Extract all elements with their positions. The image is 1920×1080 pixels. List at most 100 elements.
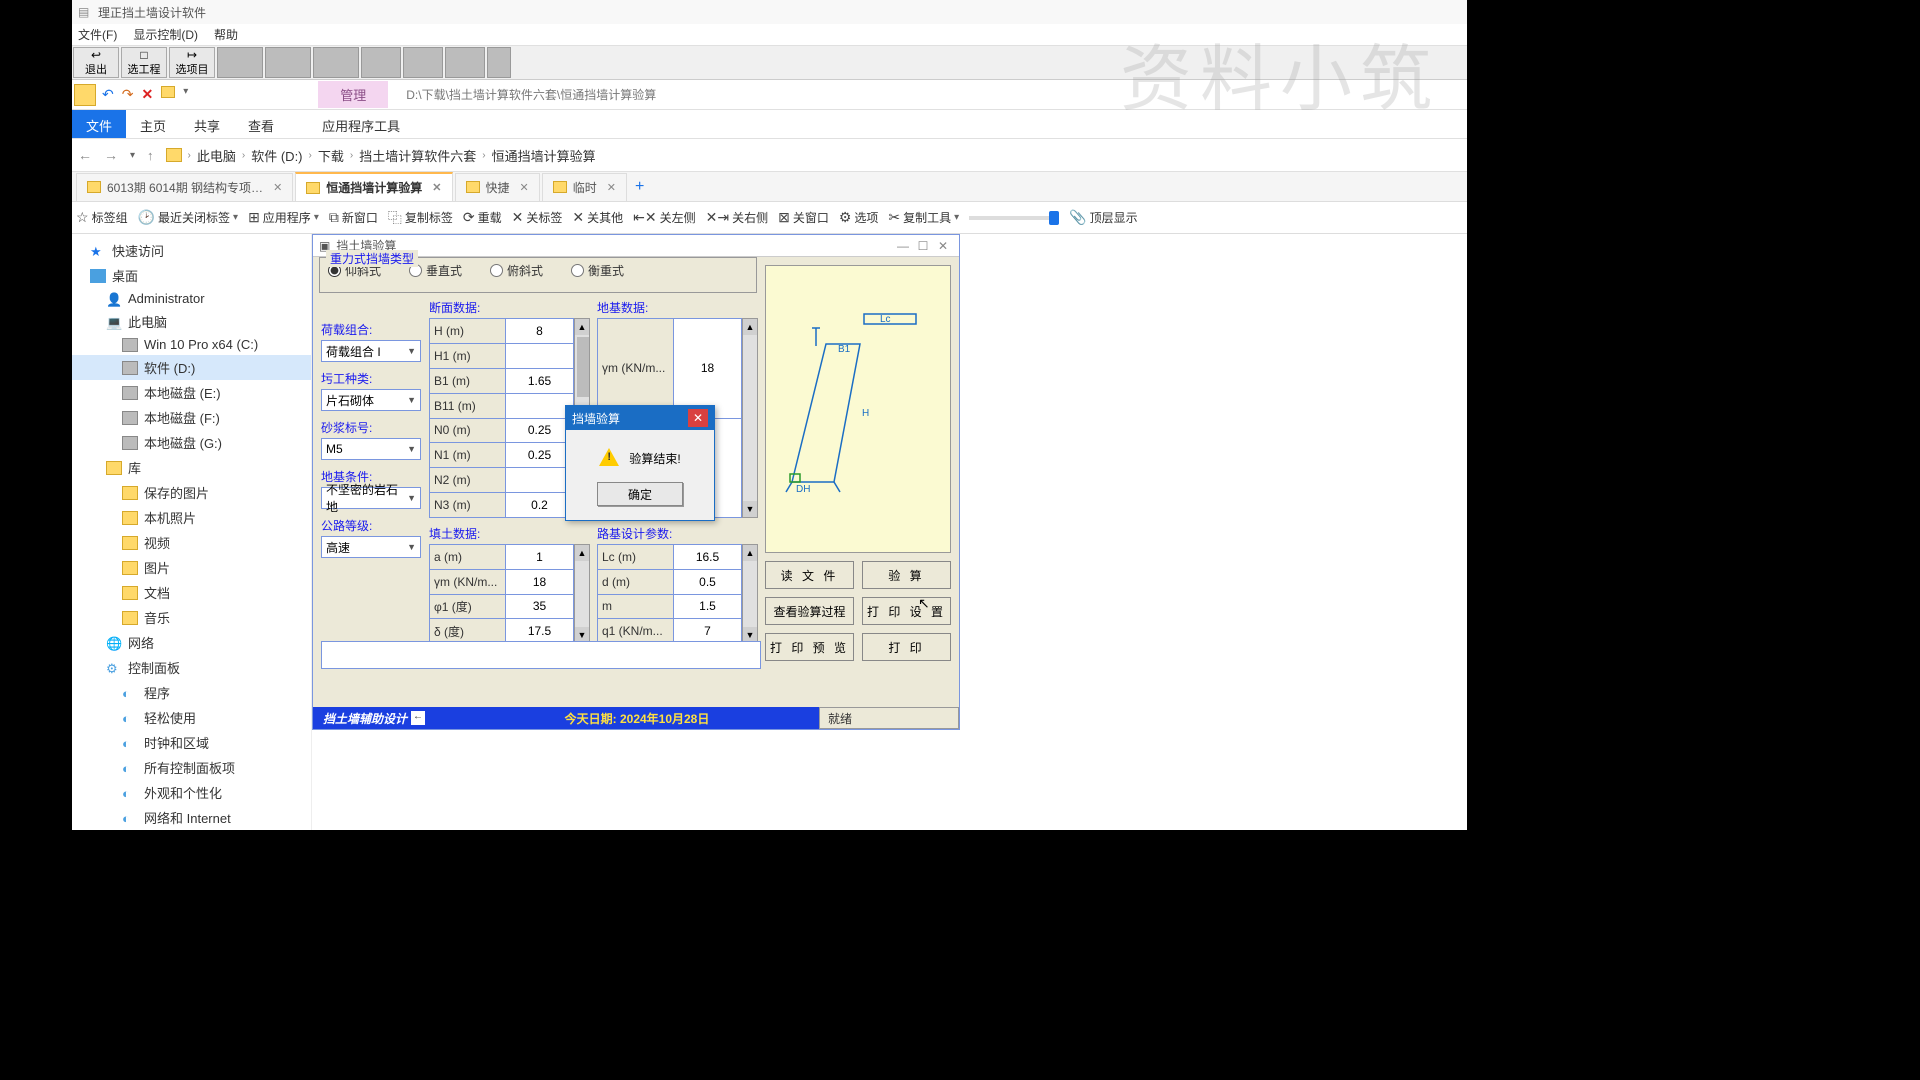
nav-history-dropdown[interactable]: ▾ (130, 150, 135, 161)
fill-table[interactable]: a (m)1γm (KN/m...18φ1 (度)35δ (度)17.5 (429, 544, 574, 644)
tree-item[interactable]: 文档 (72, 580, 311, 605)
radio-type-3[interactable]: 衡重式 (571, 262, 624, 279)
tree-item[interactable]: ◐程序 (72, 680, 311, 705)
param-value[interactable]: 35 (506, 594, 574, 619)
toolbar-exit[interactable]: ↩退出 (73, 47, 119, 78)
print-button[interactable]: 打 印 (862, 633, 951, 661)
tree-item[interactable]: ◐轻松使用 (72, 705, 311, 730)
tree-item[interactable]: 👤Administrator (72, 288, 311, 309)
doc-tab-2[interactable]: 快捷✕ (455, 173, 540, 201)
dialog-ok-button[interactable]: 确定 (597, 482, 683, 506)
nav-up-icon[interactable]: ↑ (147, 148, 154, 163)
nav-back-icon[interactable]: ← (78, 147, 92, 163)
dialog-close-icon[interactable]: ✕ (688, 409, 708, 427)
tree-item[interactable]: ◐时钟和区域 (72, 730, 311, 755)
tab-home[interactable]: 主页 (126, 110, 180, 138)
close-icon[interactable]: ✕ (933, 239, 953, 253)
tree-item[interactable]: 音乐 (72, 605, 311, 630)
close-icon[interactable]: ✕ (520, 181, 529, 194)
tree-item[interactable]: 本机照片 (72, 505, 311, 530)
param-value[interactable]: 0.5 (674, 569, 742, 594)
tab-apptools[interactable]: 应用程序工具 (308, 110, 414, 138)
address-box[interactable]: › 此电脑› 软件 (D:)› 下载› 挡土墙计算软件六套› 恒通挡墙计算验算 (166, 146, 596, 165)
status-input[interactable] (321, 641, 761, 669)
param-value[interactable] (506, 468, 574, 493)
foundation-scrollbar[interactable]: ▲▼ (742, 318, 758, 518)
close-icon[interactable]: ✕ (273, 181, 282, 194)
check-button[interactable]: 验 算 (862, 561, 951, 589)
param-value[interactable]: 7 (674, 619, 742, 644)
tree-item[interactable]: ◐网络和 Internet (72, 805, 311, 830)
param-value[interactable]: 1.65 (506, 368, 574, 393)
view-process-button[interactable]: 查看验算过程 (765, 597, 854, 625)
tab-view[interactable]: 查看 (234, 110, 288, 138)
app-menubar[interactable]: 文件(F) 显示控制(D) 帮助 (72, 24, 1467, 46)
tree-item[interactable]: 本地磁盘 (F:) (72, 405, 311, 430)
close-icon[interactable]: ✕ (432, 181, 441, 194)
fill-scrollbar[interactable]: ▲▼ (574, 544, 590, 644)
cmd-closeright[interactable]: ✕⇥关右侧 (706, 209, 768, 226)
menu-help[interactable]: 帮助 (214, 26, 238, 43)
tree-item[interactable]: Win 10 Pro x64 (C:) (72, 334, 311, 355)
tree-item[interactable]: 保存的图片 (72, 480, 311, 505)
radio-type-2[interactable]: 俯斜式 (490, 262, 543, 279)
cmd-topmost[interactable]: 📎顶层显示 (1069, 209, 1137, 226)
cmd-appprog[interactable]: ⊞应用程序▾ (248, 209, 319, 226)
cmd-closetab[interactable]: ✕关标签 (512, 209, 563, 226)
qat-dropdown-icon[interactable]: ▾ (183, 86, 188, 103)
close-icon[interactable]: ✕ (607, 181, 616, 194)
param-value[interactable]: 0.25 (506, 418, 574, 443)
tree-item[interactable]: 视频 (72, 530, 311, 555)
tree-item[interactable]: 本地磁盘 (E:) (72, 380, 311, 405)
tree-item[interactable]: ★快速访问 (72, 238, 311, 263)
ribbon-context-manage[interactable]: 管理 (318, 81, 388, 108)
cmd-closeleft[interactable]: ⇤✕关左侧 (633, 209, 695, 226)
addr-seg-2[interactable]: 下载 (318, 146, 344, 165)
param-value[interactable]: 17.5 (506, 619, 574, 644)
nav-tree[interactable]: ★快速访问桌面👤Administrator💻此电脑Win 10 Pro x64 … (72, 234, 312, 830)
undo-icon[interactable]: ↶ (102, 86, 114, 103)
zoom-slider[interactable] (969, 216, 1059, 220)
addr-seg-1[interactable]: 软件 (D:) (251, 146, 302, 165)
tree-item[interactable]: 图片 (72, 555, 311, 580)
param-value[interactable]: 18 (674, 319, 742, 419)
cmd-copytools[interactable]: ✂复制工具▾ (888, 209, 959, 226)
tree-item[interactable]: 库 (72, 455, 311, 480)
print-settings-button[interactable]: 打 印 设 置 (862, 597, 951, 625)
doc-tab-1[interactable]: 恒通挡墙计算验算✕ (295, 172, 452, 201)
cmd-newwin[interactable]: ⧉新窗口 (329, 209, 378, 226)
cmd-closeother[interactable]: ✕关其他 (572, 209, 623, 226)
minimize-icon[interactable]: — (893, 239, 913, 253)
tree-item[interactable]: ◐所有控制面板项 (72, 755, 311, 780)
cmd-options[interactable]: ⚙选项 (839, 209, 879, 226)
tree-item[interactable]: 本地磁盘 (G:) (72, 430, 311, 455)
addr-seg-4[interactable]: 恒通挡墙计算验算 (492, 146, 596, 165)
param-combo-0[interactable]: 荷载组合 I▼ (321, 340, 421, 362)
param-value[interactable]: 8 (506, 319, 574, 344)
param-value[interactable]: 16.5 (674, 545, 742, 570)
road-table[interactable]: Lc (m)16.5d (m)0.5m1.5q1 (KN/m...7 (597, 544, 742, 644)
addr-seg-3[interactable]: 挡土墙计算软件六套 (359, 146, 476, 165)
dialog-titlebar[interactable]: 挡墙验算 ✕ (566, 406, 714, 430)
param-combo-1[interactable]: 片石砌体▼ (321, 389, 421, 411)
tree-item[interactable]: ⚙控制面板 (72, 655, 311, 680)
param-value[interactable]: 1 (506, 545, 574, 570)
cmd-reload[interactable]: ⟳重载 (463, 209, 502, 226)
param-value[interactable] (506, 343, 574, 368)
cmd-copytab[interactable]: ⿻复制标签 (388, 208, 453, 228)
cmd-taggroup[interactable]: ☆标签组 (76, 209, 128, 226)
addr-seg-0[interactable]: 此电脑 (197, 146, 236, 165)
menu-file[interactable]: 文件(F) (78, 26, 117, 43)
param-combo-2[interactable]: M5▼ (321, 438, 421, 460)
param-value[interactable]: 18 (506, 569, 574, 594)
param-value[interactable] (506, 393, 574, 418)
toolbar-select-item[interactable]: ↦选项目 (169, 47, 215, 78)
tree-item[interactable]: 💻此电脑 (72, 309, 311, 334)
tree-item[interactable]: 桌面 (72, 263, 311, 288)
redo-icon[interactable]: ↷ (122, 86, 134, 103)
doc-tab-3[interactable]: 临时✕ (542, 173, 627, 201)
tab-file[interactable]: 文件 (72, 110, 126, 138)
param-value[interactable]: 0.2 (506, 493, 574, 518)
param-combo-3[interactable]: 不坚密的岩石地▼ (321, 487, 421, 509)
delete-icon[interactable]: ✕ (141, 86, 153, 103)
